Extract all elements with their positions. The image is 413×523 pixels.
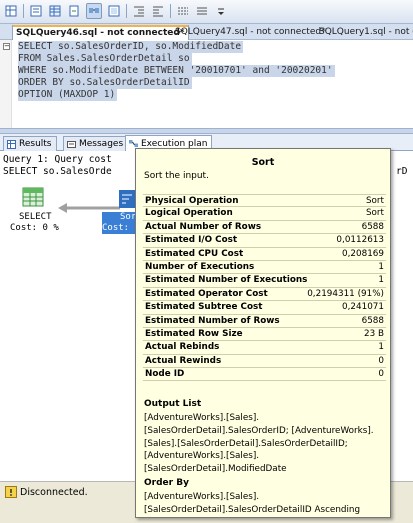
- property-name: Physical Operation: [145, 196, 239, 206]
- editor-gutter: −: [0, 40, 12, 128]
- property-name: Actual Number of Rows: [145, 221, 262, 232]
- collapse-icon[interactable]: −: [3, 43, 10, 50]
- query-cost-line: Query 1: Query cost: [3, 154, 112, 165]
- query-text-tail: rD: [396, 166, 408, 177]
- tooltip-row: Estimated CPU Cost 0,208169: [143, 248, 386, 261]
- document-tab-strip: SQLQuery46.sql - not connected* SQLQuery…: [0, 24, 413, 40]
- property-name: Estimated CPU Cost: [145, 248, 244, 259]
- results-to-file-icon[interactable]: [66, 3, 82, 19]
- grid-icon: [7, 139, 16, 149]
- tab-results[interactable]: Results: [3, 136, 57, 151]
- tab-label: SQLQuery46.sql - not connected*: [16, 28, 185, 38]
- comment-icon[interactable]: [175, 3, 191, 19]
- query-editor[interactable]: − SELECT so.SalesOrderID, so.ModifiedDat…: [0, 40, 413, 128]
- select-node-name: SELECT: [19, 212, 52, 222]
- status-text: Disconnected.: [20, 487, 88, 498]
- property-value: 1: [378, 275, 384, 286]
- sort-node-cost: Cost:: [102, 223, 130, 233]
- property-name: Estimated Operator Cost: [145, 288, 268, 299]
- property-name: Estimated Row Size: [145, 328, 243, 339]
- tooltip-row: Actual Rebinds 1: [143, 341, 386, 355]
- tooltip-title: Sort: [251, 157, 275, 168]
- property-name: Estimated Number of Executions: [145, 275, 308, 286]
- tooltip-description: Sort the input.: [144, 171, 209, 181]
- operator-tooltip: Sort Sort the input. Physical Operation S…: [135, 148, 391, 518]
- tooltip-row: Estimated Subtree Cost 0,241071: [143, 301, 386, 315]
- property-value: 6588: [361, 315, 384, 326]
- indent-icon[interactable]: [131, 3, 147, 19]
- tab-label: Messages: [79, 139, 124, 149]
- property-value: 0: [378, 369, 384, 380]
- estimated-plan-icon[interactable]: [106, 3, 122, 19]
- toolbar-options-icon[interactable]: [213, 3, 229, 19]
- uncomment-icon[interactable]: [194, 3, 210, 19]
- query-text-line: SELECT so.SalesOrde: [3, 166, 112, 177]
- code-line[interactable]: FROM Sales.SalesOrderDetail so: [18, 53, 192, 65]
- property-name: Estimated Number of Rows: [145, 315, 280, 326]
- property-name: Estimated I/O Cost: [145, 235, 238, 246]
- tab-sqlquery1[interactable]: SQLQuery1.sql - not c: [316, 25, 413, 40]
- property-name: Actual Rebinds: [145, 342, 220, 353]
- tooltip-row: Actual Number of Rows 6588: [143, 221, 386, 235]
- include-plan-icon[interactable]: [86, 3, 102, 19]
- property-value: Sort: [365, 208, 384, 219]
- output-list-text: [AdventureWorks].[Sales].[SalesOrderDeta…: [144, 413, 374, 475]
- property-value: 6588: [361, 221, 384, 232]
- code-line[interactable]: WHERE so.ModifiedDate BETWEEN '20010701'…: [18, 65, 335, 77]
- property-value: 0: [378, 355, 384, 366]
- select-node-cost: Cost: 0 %: [10, 223, 59, 233]
- order-by-title: Order By: [144, 478, 189, 488]
- tooltip-properties: Physical Operation Sort Logical Operation…: [143, 194, 386, 382]
- tooltip-row: Estimated Operator Cost 0,2194311 (91%): [143, 288, 386, 302]
- code-line[interactable]: OPTION (MAXDOP 1): [18, 89, 118, 101]
- tab-label: Results: [19, 139, 52, 149]
- tab-label: SQLQuery1.sql - not c: [319, 27, 413, 37]
- property-name: Actual Rewinds: [145, 355, 222, 366]
- messages-icon: [67, 140, 76, 148]
- tooltip-row: Physical Operation Sort: [143, 194, 386, 208]
- execution-plan-icon: [129, 140, 138, 147]
- property-value: 0,208169: [342, 248, 384, 259]
- property-name: Logical Operation: [145, 208, 233, 219]
- query-toolbar: [0, 0, 413, 24]
- grid-icon[interactable]: [3, 3, 19, 19]
- code-line[interactable]: SELECT so.SalesOrderID, so.ModifiedDate: [18, 41, 244, 53]
- tab-messages[interactable]: Messages: [63, 136, 129, 151]
- results-to-text-icon[interactable]: [28, 3, 44, 19]
- tooltip-row: Estimated Row Size 23 B: [143, 328, 386, 342]
- tooltip-row: Estimated Number of Executions 1: [143, 274, 386, 288]
- tooltip-row: Node ID 0: [143, 368, 386, 382]
- code-line[interactable]: ORDER BY so.SalesOrderDetailID: [18, 77, 192, 89]
- select-node-icon[interactable]: [22, 187, 44, 209]
- property-name: Estimated Subtree Cost: [145, 302, 263, 313]
- tooltip-row: Number of Executions 1: [143, 261, 386, 275]
- property-value: 1: [378, 261, 384, 272]
- property-value: 0,0112613: [336, 235, 384, 246]
- warning-icon: [5, 486, 17, 498]
- property-value: 1: [378, 342, 384, 353]
- tooltip-row: Estimated I/O Cost 0,0112613: [143, 234, 386, 248]
- property-name: Node ID: [145, 369, 185, 380]
- property-value: Sort: [365, 196, 384, 206]
- property-value: 0,241071: [342, 302, 384, 313]
- tab-sqlquery46[interactable]: SQLQuery46.sql - not connected*: [12, 25, 189, 40]
- outdent-icon[interactable]: [150, 3, 166, 19]
- tooltip-row: Logical Operation Sort: [143, 207, 386, 221]
- tooltip-row: Actual Rewinds 0: [143, 355, 386, 369]
- results-to-grid-icon[interactable]: [47, 3, 63, 19]
- order-by-text: [AdventureWorks].[Sales].[SalesOrderDeta…: [144, 492, 361, 515]
- tab-sqlquery47[interactable]: SQLQuery47.sql - not connected*: [172, 25, 329, 40]
- tooltip-row: Estimated Number of Rows 6588: [143, 315, 386, 328]
- property-name: Number of Executions: [145, 261, 255, 272]
- property-value: 0,2194311 (91%): [307, 288, 384, 299]
- property-value: 23 B: [363, 328, 384, 339]
- output-list-title: Output List: [144, 399, 202, 409]
- tab-label: SQLQuery47.sql - not connected*: [175, 27, 326, 37]
